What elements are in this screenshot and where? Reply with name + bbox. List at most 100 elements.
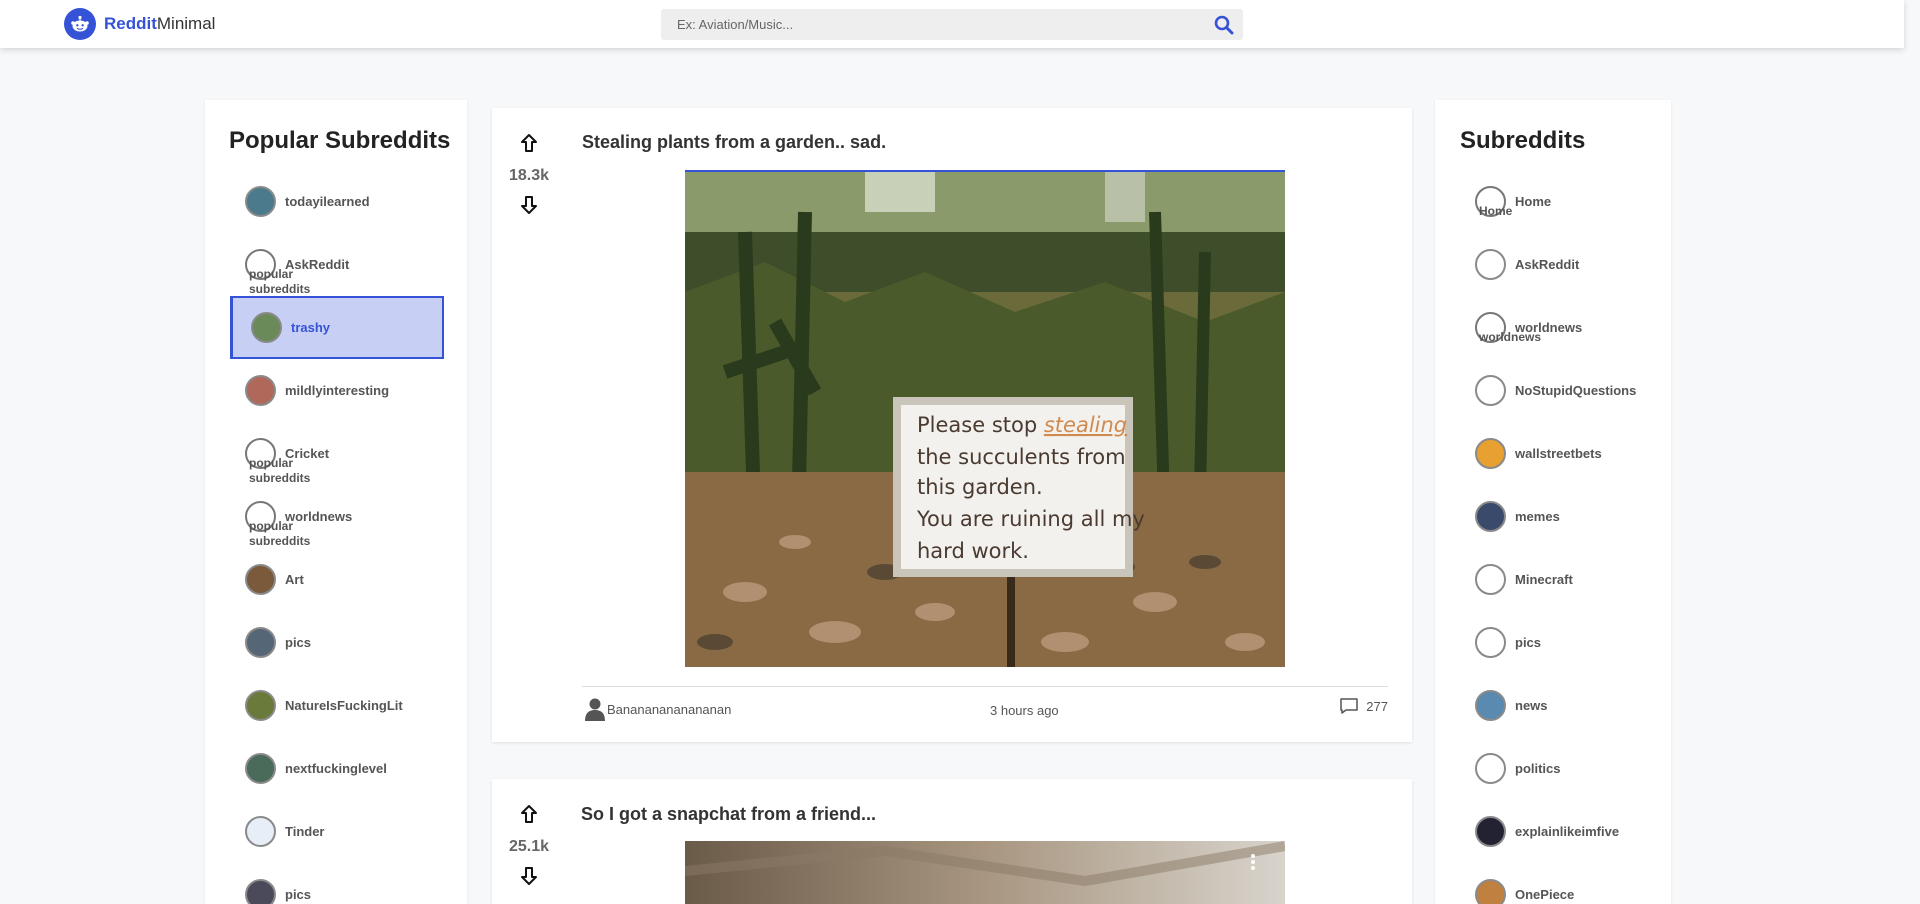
post-card: 18.3k Stealing plants from a garden.. sa… xyxy=(492,108,1412,742)
sidebar-item-label: trashy xyxy=(291,320,331,335)
sidebar-item-label: mildlyinteresting xyxy=(285,383,390,398)
svg-text:hard work.: hard work. xyxy=(917,539,1029,563)
post-footer: Banananananananan 3 hours ago 277 xyxy=(582,686,1388,726)
brand-logo[interactable]: RedditMinimal xyxy=(64,8,215,40)
brand-part1: Reddit xyxy=(104,14,157,33)
sidebar-item-label: Art xyxy=(285,572,304,587)
avatar xyxy=(1475,816,1506,847)
sidebar-item-tinder[interactable]: Tinder xyxy=(205,800,467,863)
panel-title: Subreddits xyxy=(1460,127,1586,154)
sidebar-item-label: NoStupidQuestions xyxy=(1515,383,1637,398)
sidebar-item-pics[interactable]: pics xyxy=(205,611,467,674)
sidebar-item-trashy[interactable]: trashy xyxy=(230,296,444,359)
subreddits-panel: Subreddits Home Home AskReddit worldnews wor… xyxy=(1435,100,1671,904)
avatar xyxy=(1475,564,1506,595)
broken-avatar-icon: popular subreddits xyxy=(245,438,310,485)
sidebar-item-politics[interactable]: politics xyxy=(1435,737,1671,800)
sidebar-item-label: Minecraft xyxy=(1515,572,1573,587)
more-options-icon xyxy=(1251,854,1255,870)
popular-subreddits-list: todayilearned popular subreddits AskReddit… xyxy=(205,170,467,904)
sidebar-item-label: NatureIsFuckingLit xyxy=(285,698,403,713)
sidebar-item-natureisfuckinglit[interactable]: NatureIsFuckingLit xyxy=(205,674,467,737)
search-button[interactable] xyxy=(1213,14,1235,36)
avatar xyxy=(245,564,276,595)
vote-score: 18.3k xyxy=(508,167,550,184)
post-title[interactable]: Stealing plants from a garden.. sad. xyxy=(582,132,886,153)
sidebar-item-art[interactable]: Art xyxy=(205,548,467,611)
sidebar-item-pics[interactable]: pics xyxy=(205,863,467,904)
comments-button[interactable]: 277 xyxy=(1339,697,1388,715)
broken-avatar-icon: worldnews xyxy=(1475,312,1541,344)
top-navbar: RedditMinimal xyxy=(0,0,1904,48)
sidebar-item-todayilearned[interactable]: todayilearned xyxy=(205,170,467,233)
reddit-logo-icon xyxy=(64,8,96,40)
svg-text:the succulents from: the succulents from xyxy=(917,445,1126,469)
avatar xyxy=(245,879,276,904)
post-card: 25.1k So I got a snapchat from a friend.… xyxy=(492,779,1412,904)
avatar-alt-text: popular subreddits xyxy=(249,267,311,296)
sidebar-item-label: pics xyxy=(285,887,312,902)
user-icon xyxy=(585,698,605,721)
post-image[interactable] xyxy=(685,841,1285,904)
avatar xyxy=(1475,690,1506,721)
subreddits-list: Home Home AskReddit worldnews worldnews NoStu… xyxy=(1435,170,1671,904)
panel-title: Popular Subreddits xyxy=(229,127,451,154)
sidebar-item-pics[interactable]: pics xyxy=(1435,611,1671,674)
search-input[interactable] xyxy=(661,9,1243,40)
comment-icon xyxy=(1340,698,1359,714)
avatar-alt-text: worldnews xyxy=(1479,330,1542,344)
sidebar-item-news[interactable]: news xyxy=(1435,674,1671,737)
avatar xyxy=(1475,249,1506,280)
sidebar-item-worldnews[interactable]: worldnews worldnews xyxy=(1435,296,1671,359)
avatar xyxy=(245,627,276,658)
broken-avatar-icon: popular subreddits xyxy=(245,501,310,548)
sidebar-item-label: nextfuckinglevel xyxy=(285,761,387,776)
sidebar-item-askreddit[interactable]: popular subreddits AskReddit xyxy=(205,233,467,296)
sidebar-item-label: OnePiece xyxy=(1515,887,1575,902)
avatar xyxy=(1475,879,1506,904)
avatar-alt-text: Home xyxy=(1479,204,1513,218)
avatar xyxy=(1475,438,1506,469)
sidebar-item-nextfuckinglevel[interactable]: nextfuckinglevel xyxy=(205,737,467,800)
sidebar-item-wallstreetbets[interactable]: wallstreetbets xyxy=(1435,422,1671,485)
sidebar-item-worldnews[interactable]: popular subreddits worldnews xyxy=(205,485,467,548)
search-icon xyxy=(1214,15,1234,35)
avatar xyxy=(1475,627,1506,658)
sidebar-item-memes[interactable]: memes xyxy=(1435,485,1671,548)
sidebar-item-cricket[interactable]: popular subreddits Cricket xyxy=(205,422,467,485)
author-name: Banananananananan xyxy=(607,701,732,717)
sidebar-item-nostupidquestions[interactable]: NoStupidQuestions xyxy=(1435,359,1671,422)
downvote-icon[interactable] xyxy=(519,195,539,215)
upvote-icon[interactable] xyxy=(519,804,539,824)
post-author[interactable]: Banananananananan xyxy=(584,697,731,721)
svg-text:Please stop stealing: Please stop stealing xyxy=(917,413,1127,437)
sidebar-item-onepiece[interactable]: OnePiece xyxy=(1435,863,1671,904)
sidebar-item-minecraft[interactable]: Minecraft xyxy=(1435,548,1671,611)
vote-score: 25.1k xyxy=(508,838,550,855)
sidebar-item-label: news xyxy=(1515,698,1548,713)
avatar xyxy=(251,312,282,343)
sign-text-1: Please stop xyxy=(917,413,1044,437)
comment-count: 277 xyxy=(1366,698,1388,714)
avatar-alt-text: popular subreddits xyxy=(249,456,311,485)
broken-avatar-icon: Home xyxy=(1475,186,1512,218)
sidebar-item-askreddit[interactable]: AskReddit xyxy=(1435,233,1671,296)
sidebar-item-explainlikeimfive[interactable]: explainlikeimfive xyxy=(1435,800,1671,863)
broken-avatar-icon: popular subreddits xyxy=(245,249,310,296)
sidebar-item-home[interactable]: Home Home xyxy=(1435,170,1671,233)
post-image[interactable]: Please stop stealing the succulents from… xyxy=(685,170,1285,667)
downvote-icon[interactable] xyxy=(519,866,539,886)
avatar xyxy=(1475,375,1506,406)
sidebar-item-mildlyinteresting[interactable]: mildlyinteresting xyxy=(205,359,467,422)
avatar xyxy=(245,816,276,847)
post-time: 3 hours ago xyxy=(990,703,1059,718)
avatar-alt-text: popular subreddits xyxy=(249,519,311,548)
brand-part2: Minimal xyxy=(156,14,216,33)
post-title[interactable]: So I got a snapchat from a friend... xyxy=(581,804,876,825)
sidebar-item-label: pics xyxy=(285,635,312,650)
sidebar-item-label: Tinder xyxy=(285,824,325,839)
sidebar-item-label: todayilearned xyxy=(285,194,370,209)
upvote-icon[interactable] xyxy=(519,133,539,153)
avatar xyxy=(245,690,276,721)
sidebar-item-label: memes xyxy=(1515,509,1560,524)
